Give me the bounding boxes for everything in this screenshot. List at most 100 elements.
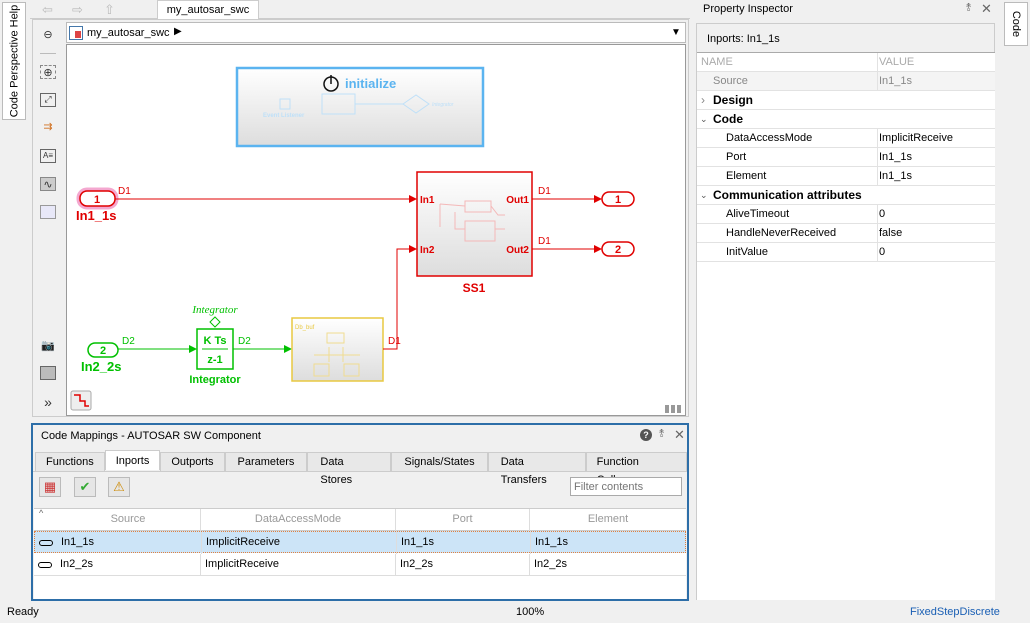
inport-in2-2s[interactable]: 2 In2_2s [81, 342, 121, 374]
prop-value[interactable]: In1_1s [879, 148, 912, 166]
db-buf-block[interactable]: Db_buf [291, 317, 384, 382]
chevron-right-icon[interactable]: › [701, 91, 705, 109]
panel-title: Code Mappings - AUTOSAR SW Component [41, 430, 261, 442]
panel-title: Property Inspector [703, 3, 793, 15]
help-icon[interactable]: ? [640, 429, 652, 441]
cell-element[interactable]: In2_2s [530, 554, 686, 576]
filter-input[interactable] [570, 477, 682, 496]
inports-table: ^ Source DataAccessMode Port Element In1… [34, 508, 686, 599]
solver-link[interactable]: FixedStepDiscrete [910, 601, 1000, 623]
prop-init-value[interactable]: InitValue 0 [697, 243, 995, 262]
prop-value[interactable]: 0 [879, 243, 885, 261]
tab-functions[interactable]: Functions [35, 452, 105, 471]
prop-name: AliveTimeout [697, 205, 878, 224]
model-browser-icon[interactable] [40, 366, 56, 380]
prop-value[interactable]: false [879, 224, 902, 242]
prop-port[interactable]: Port In1_1s [697, 148, 995, 167]
cell-data-access-mode[interactable]: ImplicitReceive [202, 532, 397, 554]
up-icon[interactable]: ⇧ [104, 2, 115, 18]
tab-label: Code Perspective Help [8, 4, 21, 118]
inport-in1-1s[interactable]: 1 In1_1s [76, 187, 119, 223]
chevron-down-icon[interactable]: ⌄ [700, 110, 708, 128]
refresh-warning-icon[interactable]: ⚠ [108, 477, 130, 497]
tab-data-stores[interactable]: Data Stores [307, 452, 392, 486]
dropdown-icon[interactable]: ▼ [671, 27, 681, 38]
zoom-icon[interactable]: ⊕ [40, 65, 56, 79]
table-row[interactable]: In2_2s ImplicitReceive In2_2s In2_2s [34, 554, 686, 576]
prop-alive-timeout[interactable]: AliveTimeout 0 [697, 205, 995, 224]
divider [40, 53, 56, 54]
cell-data-access-mode[interactable]: ImplicitReceive [201, 554, 396, 576]
port-name: In2_2s [81, 359, 121, 374]
group-communication-attributes[interactable]: ⌄ Communication attributes [697, 186, 995, 205]
signal-label: D1 [388, 336, 401, 347]
column-header[interactable]: Element [530, 509, 686, 531]
back-icon[interactable]: ⇦ [42, 2, 53, 18]
sample-time-legend-icon[interactable] [70, 390, 92, 411]
zoom-level: 100% [516, 606, 545, 618]
pin-icon[interactable]: ⥉ [966, 2, 971, 15]
subsystem-ss1[interactable]: In1 In2 Out1 Out2 SS1 [416, 171, 533, 295]
editor-tab-bar: ⇦ ⇨ ⇧ my_autosar_swc [30, 0, 690, 20]
integrator-block[interactable]: Integrator K Ts z-1 Integrator [189, 304, 241, 386]
image-icon[interactable]: ∿ [40, 177, 56, 191]
validate-icon[interactable]: ✔ [74, 477, 96, 497]
initialize-title: initialize [345, 76, 396, 91]
code-mappings-panel: Code Mappings - AUTOSAR SW Component ? ⥉… [31, 423, 689, 601]
integrator-label: Integrator [432, 102, 454, 108]
cell-port[interactable]: In2_2s [396, 554, 530, 576]
cell-element[interactable]: In1_1s [531, 532, 687, 554]
tab-data-transfers[interactable]: Data Transfers [487, 452, 586, 486]
column-header[interactable]: Port [396, 509, 530, 531]
prop-value[interactable]: In1_1s [879, 167, 912, 185]
prop-source: Source In1_1s [697, 72, 995, 91]
chevron-down-icon[interactable]: ⌄ [700, 186, 708, 204]
outport-1[interactable]: 1 [601, 191, 635, 207]
tab-parameters[interactable]: Parameters [224, 452, 308, 471]
close-icon[interactable]: ✕ [981, 1, 992, 17]
signal-lines-icon[interactable]: ⇉ [40, 120, 56, 134]
column-header[interactable]: Source [56, 509, 201, 531]
diagram-canvas[interactable]: initialize Event Listener Integrator 1 I… [66, 44, 686, 416]
tab-function-callers[interactable]: Function Callers [585, 452, 687, 486]
port-name: In1_1s [76, 208, 116, 223]
group-design[interactable]: › Design [697, 91, 995, 110]
code-tab[interactable]: Code [1004, 2, 1028, 46]
table-row[interactable]: In1_1s ImplicitReceive In1_1s In1_1s [34, 531, 687, 554]
prop-handle-never-received[interactable]: HandleNeverReceived false [697, 224, 995, 243]
configure-icon[interactable]: ▦ [39, 477, 61, 497]
cell-port[interactable]: In1_1s [397, 532, 531, 554]
outport-2[interactable]: 2 [601, 241, 635, 257]
fit-view-icon[interactable]: ⤢ [40, 93, 56, 107]
cell-source: In2_2s [56, 554, 201, 576]
breadcrumb-item[interactable]: my_autosar_swc [87, 27, 170, 39]
annotation-icon[interactable]: A≡ [40, 149, 56, 163]
group-code[interactable]: ⌄ Code [697, 110, 995, 129]
initialize-function-block[interactable]: initialize Event Listener Integrator [235, 66, 485, 148]
prop-value[interactable]: ImplicitReceive [879, 129, 953, 147]
breadcrumb[interactable]: my_autosar_swc ▶ ▼ [66, 22, 686, 43]
prop-value[interactable]: 0 [879, 205, 885, 223]
prop-element[interactable]: Element In1_1s [697, 167, 995, 186]
state-label: Integrator [191, 304, 238, 316]
code-perspective-help-tab[interactable]: Code Perspective Help [2, 2, 26, 120]
area-icon[interactable] [40, 205, 56, 219]
tab-label: Code [1010, 10, 1023, 38]
forward-icon[interactable]: ⇨ [72, 2, 83, 18]
tab-inports[interactable]: Inports [104, 450, 161, 470]
status-bar: Ready 100% FixedStepDiscrete [0, 601, 1030, 623]
more-icon[interactable]: » [40, 394, 56, 410]
caret-right-icon[interactable]: ▶ [174, 26, 182, 37]
resize-grip-icon[interactable] [665, 405, 681, 413]
signal-line-d1-db[interactable] [383, 245, 417, 350]
column-header[interactable]: DataAccessMode [201, 509, 396, 531]
tab-my-autosar-swc[interactable]: my_autosar_swc [157, 0, 259, 20]
tab-signals-states[interactable]: Signals/States [391, 452, 488, 471]
close-icon[interactable]: ✕ [674, 427, 685, 443]
camera-icon[interactable]: 📷 [40, 339, 56, 353]
pin-icon[interactable]: ⥉ [659, 428, 664, 441]
hide-browser-icon[interactable]: ⊖ [40, 28, 56, 42]
tab-outports[interactable]: Outports [160, 452, 225, 471]
prop-data-access-mode[interactable]: DataAccessMode ImplicitReceive [697, 129, 995, 148]
block-name: Db_buf [295, 325, 315, 331]
